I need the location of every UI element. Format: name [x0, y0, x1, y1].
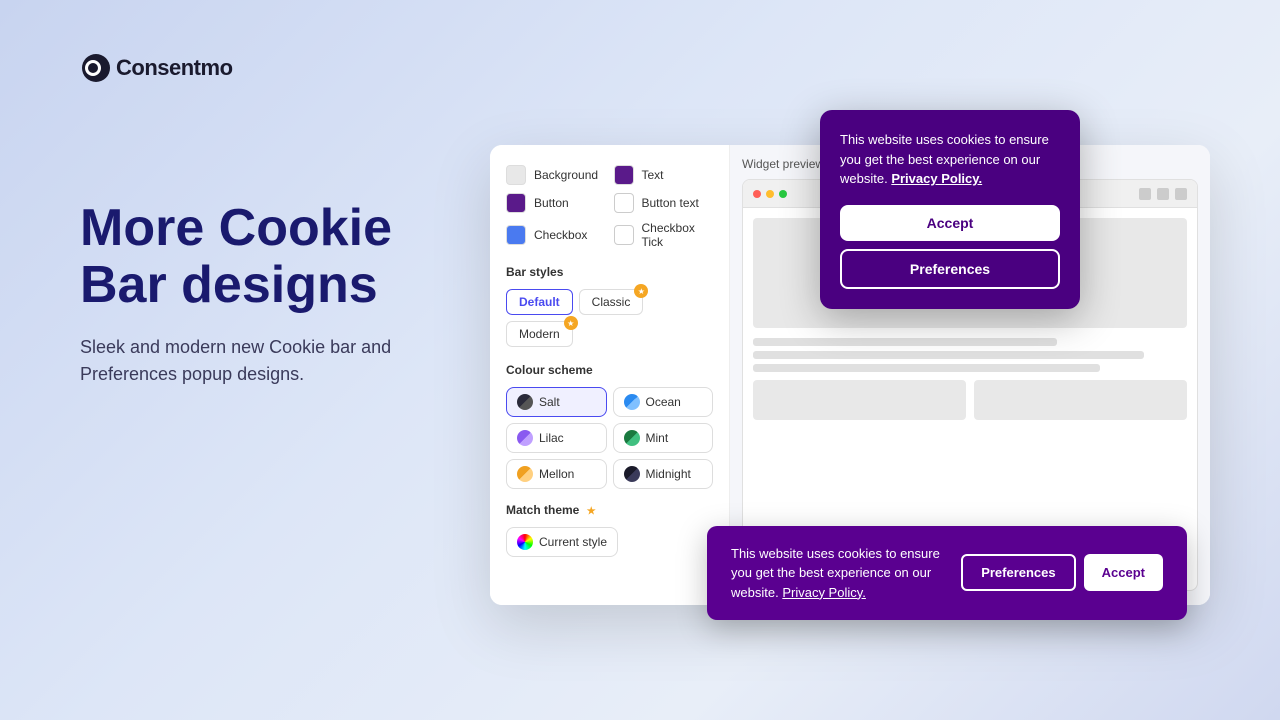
- content-col-1: [753, 380, 966, 420]
- color-item-button-text: Button text: [614, 193, 714, 213]
- cookie-popup-text: This website uses cookies to ensure you …: [840, 130, 1060, 189]
- text-label: Text: [642, 168, 664, 182]
- page-subtext: Sleek and modern new Cookie bar and Pref…: [80, 334, 460, 388]
- checkbox-tick-label: Checkbox Tick: [642, 221, 714, 249]
- cookie-bar-bottom: This website uses cookies to ensure you …: [707, 526, 1187, 621]
- content-col-2: [974, 380, 1187, 420]
- settings-panel: Background Text Button Button text Check…: [490, 145, 730, 605]
- cookie-bar-preferences-button[interactable]: Preferences: [961, 554, 1075, 591]
- lilac-dot: [517, 430, 533, 446]
- scheme-lilac[interactable]: Lilac: [506, 423, 607, 453]
- button-text-swatch: [614, 193, 634, 213]
- mint-dot: [624, 430, 640, 446]
- classic-badge: ★: [634, 284, 648, 298]
- match-theme-group: Current style: [506, 527, 713, 557]
- bar-styles-label: Bar styles: [506, 265, 713, 279]
- bar-styles-group: Default Classic ★ Modern ★: [506, 289, 713, 347]
- scheme-ocean[interactable]: Ocean: [613, 387, 714, 417]
- content-line-3: [753, 364, 1100, 372]
- logo-icon: [80, 52, 112, 84]
- color-item-checkbox-tick: Checkbox Tick: [614, 221, 714, 249]
- mellon-label: Mellon: [539, 467, 574, 481]
- cookie-popup-dark: This website uses cookies to ensure you …: [820, 110, 1080, 309]
- match-theme-label: Match theme ★: [506, 503, 713, 517]
- lilac-label: Lilac: [539, 431, 564, 445]
- scheme-mellon[interactable]: Mellon: [506, 459, 607, 489]
- modern-badge: ★: [564, 316, 578, 330]
- logo-text: Consentmo: [116, 55, 233, 81]
- browser-icon-3: [1175, 188, 1187, 200]
- cookie-bar-accept-button[interactable]: Accept: [1084, 554, 1163, 591]
- text-swatch: [614, 165, 634, 185]
- background-swatch: [506, 165, 526, 185]
- color-grid: Background Text Button Button text Check…: [506, 165, 713, 249]
- content-lines-1: [753, 338, 1187, 372]
- salt-dot: [517, 394, 533, 410]
- button-label: Button: [534, 196, 569, 210]
- colour-scheme-label: Colour scheme: [506, 363, 713, 377]
- midnight-dot: [624, 466, 640, 482]
- color-item-checkbox: Checkbox: [506, 221, 606, 249]
- color-item-button: Button: [506, 193, 606, 213]
- browser-dot-red: [753, 190, 761, 198]
- browser-dot-yellow: [766, 190, 774, 198]
- cookie-bar-text: This website uses cookies to ensure you …: [731, 544, 941, 603]
- scheme-midnight[interactable]: Midnight: [613, 459, 714, 489]
- checkbox-tick-swatch: [614, 225, 634, 245]
- checkbox-swatch: [506, 225, 526, 245]
- midnight-label: Midnight: [646, 467, 691, 481]
- page-headline: More Cookie Bar designs: [80, 200, 460, 314]
- left-content: More Cookie Bar designs Sleek and modern…: [80, 200, 460, 388]
- scheme-salt[interactable]: Salt: [506, 387, 607, 417]
- logo: Consentmo: [80, 52, 233, 84]
- browser-dot-green: [779, 190, 787, 198]
- cookie-popup-privacy-link[interactable]: Privacy Policy.: [891, 171, 982, 186]
- salt-label: Salt: [539, 395, 560, 409]
- bar-style-modern[interactable]: Modern ★: [506, 321, 573, 347]
- cookie-bar-privacy-link[interactable]: Privacy Policy.: [782, 585, 866, 600]
- mint-label: Mint: [646, 431, 669, 445]
- button-text-label: Button text: [642, 196, 699, 210]
- current-style-label: Current style: [539, 535, 607, 549]
- cookie-popup-accept-button[interactable]: Accept: [840, 205, 1060, 241]
- button-swatch: [506, 193, 526, 213]
- ocean-dot: [624, 394, 640, 410]
- ocean-label: Ocean: [646, 395, 681, 409]
- browser-icon-2: [1157, 188, 1169, 200]
- bar-style-default[interactable]: Default: [506, 289, 573, 315]
- bar-style-classic[interactable]: Classic ★: [579, 289, 644, 315]
- scheme-mint[interactable]: Mint: [613, 423, 714, 453]
- background-label: Background: [534, 168, 598, 182]
- cookie-bar-actions: Preferences Accept: [961, 554, 1163, 591]
- content-line-2: [753, 351, 1144, 359]
- content-columns: [753, 380, 1187, 428]
- color-item-text: Text: [614, 165, 714, 185]
- color-item-background: Background: [506, 165, 606, 185]
- cookie-popup-preferences-button[interactable]: Preferences: [840, 249, 1060, 289]
- scheme-current-style[interactable]: Current style: [506, 527, 618, 557]
- colour-scheme-grid: Salt Ocean Lilac Mint Mellon Midnight: [506, 387, 713, 489]
- mellon-dot: [517, 466, 533, 482]
- checkbox-label: Checkbox: [534, 228, 587, 242]
- browser-icon-1: [1139, 188, 1151, 200]
- current-style-dot: [517, 534, 533, 550]
- content-line-1: [753, 338, 1057, 346]
